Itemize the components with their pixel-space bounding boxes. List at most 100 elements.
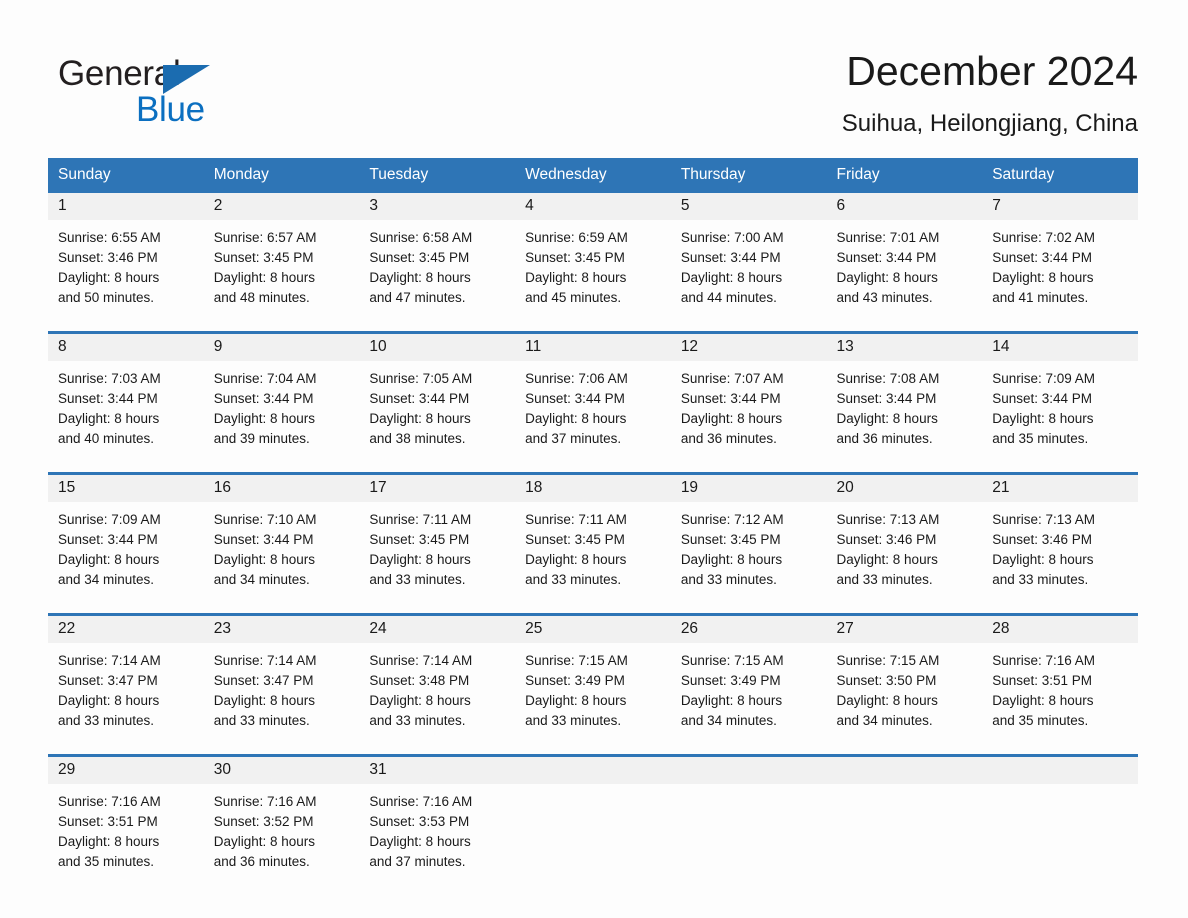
brand-name-blue: Blue bbox=[136, 90, 205, 129]
day-number[interactable]: 13 bbox=[826, 331, 983, 361]
day-number[interactable]: 8 bbox=[48, 331, 204, 361]
day-number[interactable]: 22 bbox=[48, 613, 204, 643]
daylight-text-line2: and 35 minutes. bbox=[992, 713, 1089, 728]
daylight-text-line1: Daylight: 8 hours bbox=[525, 411, 627, 426]
day-number[interactable]: 24 bbox=[359, 613, 516, 643]
day-cell[interactable]: Sunrise: 7:04 AM Sunset: 3:44 PM Dayligh… bbox=[204, 361, 360, 459]
day-cell[interactable]: Sunrise: 7:09 AM Sunset: 3:44 PM Dayligh… bbox=[48, 502, 204, 600]
day-number[interactable]: 10 bbox=[359, 331, 516, 361]
day-cell[interactable]: Sunrise: 6:58 AM Sunset: 3:45 PM Dayligh… bbox=[359, 220, 515, 318]
day-cell[interactable]: Sunrise: 7:15 AM Sunset: 3:49 PM Dayligh… bbox=[515, 643, 671, 741]
day-cell[interactable]: Sunrise: 7:14 AM Sunset: 3:47 PM Dayligh… bbox=[204, 643, 360, 741]
day-cell[interactable]: Sunrise: 7:11 AM Sunset: 3:45 PM Dayligh… bbox=[515, 502, 671, 600]
day-cell[interactable]: Sunrise: 7:03 AM Sunset: 3:44 PM Dayligh… bbox=[48, 361, 204, 459]
day-cell[interactable]: Sunrise: 6:55 AM Sunset: 3:46 PM Dayligh… bbox=[48, 220, 204, 318]
day-number[interactable]: 18 bbox=[515, 472, 671, 502]
sunrise-text: Sunrise: 7:15 AM bbox=[680, 653, 784, 668]
day-cell[interactable]: Sunrise: 7:11 AM Sunset: 3:45 PM Dayligh… bbox=[359, 502, 515, 600]
day-number[interactable]: 11 bbox=[515, 331, 671, 361]
day-cell[interactable]: Sunrise: 7:16 AM Sunset: 3:51 PM Dayligh… bbox=[48, 784, 204, 882]
day-number[interactable]: 5 bbox=[670, 193, 827, 220]
day-cell[interactable]: Sunrise: 7:14 AM Sunset: 3:47 PM Dayligh… bbox=[48, 643, 204, 741]
brand-logo[interactable]: General Blue bbox=[58, 54, 318, 142]
sunset-text: Sunset: 3:51 PM bbox=[992, 673, 1093, 688]
day-number[interactable]: 25 bbox=[515, 613, 671, 643]
day-cell[interactable]: Sunrise: 6:59 AM Sunset: 3:45 PM Dayligh… bbox=[515, 220, 671, 318]
day-number[interactable]: 29 bbox=[48, 754, 204, 784]
calendar-body: 1 2 3 4 5 6 7 Sunrise: 6:55 AM Sunset: 3… bbox=[48, 193, 1138, 882]
daylight-text-line2: and 44 minutes. bbox=[680, 290, 777, 305]
daylight-text-line1: Daylight: 8 hours bbox=[369, 552, 471, 567]
page-title: December 2024 bbox=[846, 48, 1138, 94]
day-cell[interactable]: Sunrise: 7:02 AM Sunset: 3:44 PM Dayligh… bbox=[982, 220, 1138, 318]
day-cell[interactable]: Sunrise: 7:07 AM Sunset: 3:44 PM Dayligh… bbox=[671, 361, 827, 459]
day-cell[interactable]: Sunrise: 7:16 AM Sunset: 3:53 PM Dayligh… bbox=[359, 784, 515, 882]
day-number[interactable]: 16 bbox=[203, 472, 360, 502]
daylight-text-line1: Daylight: 8 hours bbox=[680, 411, 783, 426]
daylight-text-line1: Daylight: 8 hours bbox=[680, 693, 783, 708]
day-number[interactable]: 20 bbox=[826, 472, 983, 502]
day-number[interactable]: 9 bbox=[203, 331, 360, 361]
week-4-date-row: 22 23 24 25 26 27 28 bbox=[48, 613, 1138, 643]
day-cell[interactable]: Sunrise: 7:15 AM Sunset: 3:49 PM Dayligh… bbox=[671, 643, 827, 741]
sunset-text: Sunset: 3:45 PM bbox=[525, 250, 625, 265]
week-separator bbox=[48, 318, 1138, 333]
day-cell[interactable]: Sunrise: 7:12 AM Sunset: 3:45 PM Dayligh… bbox=[671, 502, 827, 600]
day-cell[interactable]: Sunrise: 7:05 AM Sunset: 3:44 PM Dayligh… bbox=[359, 361, 515, 459]
sunrise-text: Sunrise: 7:11 AM bbox=[525, 512, 627, 527]
daylight-text-line2: and 34 minutes. bbox=[58, 572, 155, 587]
sunrise-text: Sunrise: 7:14 AM bbox=[369, 653, 473, 668]
daylight-text-line1: Daylight: 8 hours bbox=[680, 552, 783, 567]
day-number[interactable]: 23 bbox=[203, 613, 360, 643]
day-cell[interactable]: Sunrise: 7:01 AM Sunset: 3:44 PM Dayligh… bbox=[827, 220, 983, 318]
day-number[interactable]: 4 bbox=[515, 193, 671, 220]
day-cell[interactable]: Sunrise: 7:15 AM Sunset: 3:50 PM Dayligh… bbox=[827, 643, 983, 741]
day-number[interactable]: 14 bbox=[982, 331, 1138, 361]
day-cell[interactable]: Sunrise: 7:00 AM Sunset: 3:44 PM Dayligh… bbox=[671, 220, 827, 318]
week-separator bbox=[48, 600, 1138, 615]
day-number[interactable]: 17 bbox=[359, 472, 516, 502]
sunrise-text: Sunrise: 7:14 AM bbox=[213, 653, 317, 668]
daylight-text-line2: and 35 minutes. bbox=[992, 431, 1089, 446]
day-number[interactable]: 21 bbox=[982, 472, 1138, 502]
day-cell[interactable]: Sunrise: 7:13 AM Sunset: 3:46 PM Dayligh… bbox=[827, 502, 983, 600]
day-number[interactable]: 3 bbox=[359, 193, 516, 220]
day-number[interactable]: 27 bbox=[826, 613, 983, 643]
sunset-text: Sunset: 3:44 PM bbox=[58, 391, 158, 406]
day-number[interactable]: 7 bbox=[982, 193, 1138, 220]
day-cell[interactable]: Sunrise: 7:13 AM Sunset: 3:46 PM Dayligh… bbox=[982, 502, 1138, 600]
daylight-text-line1: Daylight: 8 hours bbox=[58, 270, 160, 285]
day-number[interactable]: 1 bbox=[48, 193, 204, 220]
day-cell[interactable]: Sunrise: 7:14 AM Sunset: 3:48 PM Dayligh… bbox=[359, 643, 515, 741]
day-number[interactable]: 19 bbox=[670, 472, 827, 502]
daylight-text-line2: and 36 minutes. bbox=[680, 431, 777, 446]
day-number[interactable]: 28 bbox=[982, 613, 1138, 643]
sunset-text: Sunset: 3:49 PM bbox=[680, 673, 781, 688]
day-cell[interactable]: Sunrise: 7:16 AM Sunset: 3:52 PM Dayligh… bbox=[204, 784, 360, 882]
day-cell[interactable]: Sunrise: 6:57 AM Sunset: 3:45 PM Dayligh… bbox=[204, 220, 360, 318]
day-number[interactable]: 30 bbox=[203, 754, 360, 784]
day-cell[interactable]: Sunrise: 7:08 AM Sunset: 3:44 PM Dayligh… bbox=[827, 361, 983, 459]
sunset-text: Sunset: 3:46 PM bbox=[58, 250, 158, 265]
day-number[interactable]: 6 bbox=[826, 193, 983, 220]
day-number[interactable]: 12 bbox=[670, 331, 827, 361]
sunset-text: Sunset: 3:44 PM bbox=[369, 391, 470, 406]
day-number[interactable]: 31 bbox=[359, 754, 516, 784]
sunrise-text: Sunrise: 7:16 AM bbox=[369, 794, 473, 809]
day-cell[interactable]: Sunrise: 7:06 AM Sunset: 3:44 PM Dayligh… bbox=[515, 361, 671, 459]
week-3-date-row: 15 16 17 18 19 20 21 bbox=[48, 472, 1138, 502]
day-number[interactable]: 26 bbox=[670, 613, 827, 643]
sunrise-text: Sunrise: 7:16 AM bbox=[58, 794, 161, 809]
daylight-text-line2: and 48 minutes. bbox=[213, 290, 310, 305]
day-cell[interactable]: Sunrise: 7:10 AM Sunset: 3:44 PM Dayligh… bbox=[204, 502, 360, 600]
day-number[interactable]: 15 bbox=[48, 472, 204, 502]
day-cell[interactable]: Sunrise: 7:16 AM Sunset: 3:51 PM Dayligh… bbox=[982, 643, 1138, 741]
sunrise-text: Sunrise: 6:55 AM bbox=[58, 230, 161, 245]
sunset-text: Sunset: 3:45 PM bbox=[525, 532, 625, 547]
day-number-empty bbox=[982, 754, 1138, 784]
calendar-header-row: Sunday Monday Tuesday Wednesday Thursday… bbox=[48, 158, 1138, 193]
day-cell[interactable]: Sunrise: 7:09 AM Sunset: 3:44 PM Dayligh… bbox=[982, 361, 1138, 459]
day-number[interactable]: 2 bbox=[203, 193, 360, 220]
daylight-text-line1: Daylight: 8 hours bbox=[992, 270, 1094, 285]
daylight-text-line1: Daylight: 8 hours bbox=[525, 552, 627, 567]
